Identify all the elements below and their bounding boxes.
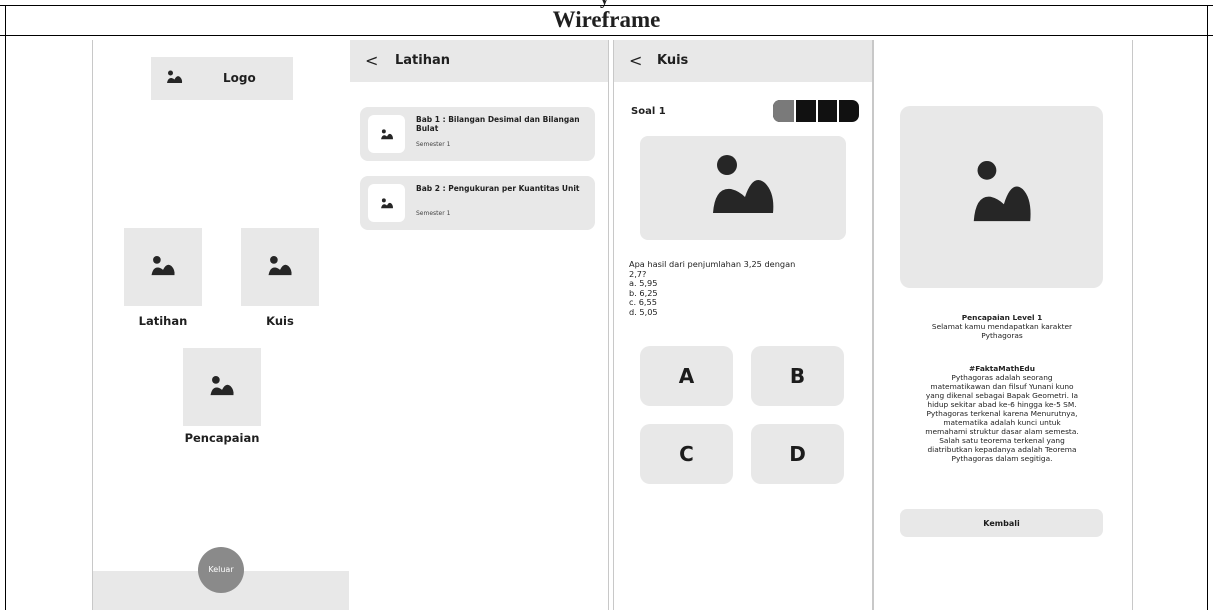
chapter-card-1[interactable]: Bab 1 : Bilangan Desimal dan Bilangan Bu… [360,107,595,161]
image-placeholder-icon [380,129,394,140]
chapter-card-2[interactable]: Bab 2 : Pengukuran per Kuantitas Unit Se… [360,176,595,230]
progress-separator [794,100,796,122]
fun-fact: #FaktaMathEdu Pythagoras adalah seorang … [888,364,1116,463]
menu-tile-latihan[interactable] [124,228,202,306]
chapter-title: Bab 1 : Bilangan Desimal dan Bilangan Bu… [416,115,580,133]
chapter-subtitle: Semester 1 [416,210,451,217]
chevron-left-icon[interactable]: < [629,40,642,82]
image-placeholder-icon [166,70,183,84]
chapter-thumbnail [368,115,405,153]
answer-button-b[interactable]: B [751,346,844,406]
exit-button[interactable]: Keluar [198,547,244,593]
menu-label-kuis[interactable]: Kuis [241,314,319,328]
screen-latihan: < Latihan Bab 1 : Bilangan Desimal dan B… [350,40,609,610]
progress-separator [816,100,818,122]
chapter-subtitle: Semester 1 [416,141,451,148]
fun-fact-line: Salah satu teorema terkenal yang [939,436,1065,445]
fun-fact-line: Pythagoras adalah seorang [951,373,1053,382]
fun-fact-line: memahami struktur dasar alam semesta. [925,427,1079,436]
question-line: 2,7? [629,268,647,279]
fun-fact-line: matematika adalah kunci untuk [943,418,1061,427]
option-line: c. 6,55 [629,297,657,307]
back-button[interactable]: Kembali [900,509,1103,537]
table-border-left [5,5,6,610]
menu-tile-kuis[interactable] [241,228,319,306]
table-header-divider [0,35,1213,36]
screen-header: < Kuis [614,40,872,82]
chapter-thumbnail [368,184,405,222]
logo-label: Logo [223,71,256,85]
chevron-left-icon[interactable]: < [365,40,378,82]
menu-label-latihan[interactable]: Latihan [124,314,202,328]
option-line: a. 5,95 [629,278,658,288]
question-line: Apa hasil dari penjumlahan 3,25 dengan [629,259,796,269]
image-placeholder-icon [209,375,235,397]
image-placeholder-icon [267,255,293,277]
progress-separator [837,100,839,122]
fun-fact-title: #FaktaMathEdu [969,364,1035,373]
screen-kuis: < Kuis Soal 1 Apa hasil dari penjumlahan… [613,40,873,610]
image-placeholder-icon [970,159,1034,225]
image-placeholder-icon [380,198,394,209]
fun-fact-line: Pythagoras terkenal karena Menurutnya, [926,409,1078,418]
achievement-info: Pencapaian Level 1 Selamat kamu mendapat… [888,313,1116,340]
fun-fact-line: diatributkan kepadanya adalah Teorema [927,445,1077,454]
fun-fact-line: yang dikenal sebagai Bapak Geometri. Ia [925,391,1079,400]
logo: Logo [151,57,293,100]
menu-label-pencapaian[interactable]: Pencapaian [163,431,281,445]
table-border-right [1207,5,1208,610]
answer-button-d[interactable]: D [751,424,844,484]
answer-button-a[interactable]: A [640,346,733,406]
image-placeholder-icon [709,153,777,217]
screen-home: Logo Latihan Kuis Pencapaian Keluar [92,40,351,610]
page-title: Kuis [657,53,689,68]
image-placeholder-icon [150,255,176,277]
chapter-title: Bab 2 : Pengukuran per Kuantitas Unit [416,184,580,193]
question-image [640,136,846,240]
screen-pencapaian: Pencapaian Level 1 Selamat kamu mendapat… [873,40,1133,610]
menu-tile-pencapaian[interactable] [183,348,261,426]
screen-header: < Latihan [350,40,608,82]
achievement-line: Selamat kamu mendapatkan karakter [931,322,1073,331]
fun-fact-line: hidup sekitar abad ke-6 hingga ke-5 SM. [927,400,1077,409]
progress-segment-done [773,100,794,122]
achievement-line: Pythagoras [981,331,1023,340]
achievement-title: Pencapaian Level 1 [961,313,1043,322]
fun-fact-line: Pythagoras dalam segitiga. [951,454,1053,463]
option-line: d. 5,05 [629,306,658,317]
fun-fact-line: matematikawan dan filsuf Yunani kuno [930,382,1074,391]
answer-button-c[interactable]: C [640,424,733,484]
question-text: Apa hasil dari penjumlahan 3,25 dengan 2… [629,259,844,317]
table-header-title: Wireframe [552,7,661,32]
option-line: b. 6,25 [629,287,658,298]
question-number: Soal 1 [631,106,666,117]
page-title: Latihan [395,53,451,68]
quiz-progress-bar [773,100,859,122]
achievement-image [900,106,1103,288]
